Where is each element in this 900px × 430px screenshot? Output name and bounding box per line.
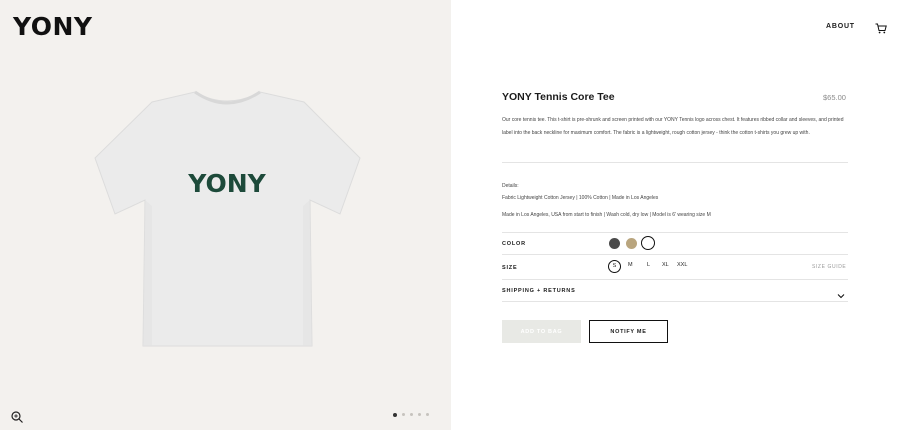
cart-icon[interactable] (875, 21, 887, 34)
product-image: YONY (90, 88, 365, 353)
size-guide-link[interactable]: SIZE GUIDE (812, 264, 846, 270)
divider (502, 232, 848, 233)
product-description: Our core tennis tee. This t-shirt is pre… (502, 117, 844, 136)
carousel-dots (393, 412, 429, 417)
color-swatch-tan[interactable] (626, 238, 637, 249)
carousel-dot[interactable] (410, 413, 413, 416)
size-label: SIZE (502, 265, 518, 271)
shipping-returns-toggle[interactable]: SHIPPING + RETURNS (502, 288, 576, 294)
chevron-down-icon[interactable] (837, 287, 845, 299)
carousel-dot[interactable] (418, 413, 421, 416)
size-option-s[interactable]: S (608, 260, 621, 273)
divider (502, 279, 848, 280)
product-title: YONY Tennis Core Tee (502, 91, 615, 103)
carousel-dot[interactable] (426, 413, 429, 416)
size-option-m[interactable]: M (628, 262, 633, 268)
size-option-xl[interactable]: XL (662, 262, 669, 268)
carousel-dot[interactable] (393, 412, 397, 417)
carousel-dot[interactable] (402, 413, 405, 416)
add-to-bag-button[interactable]: ADD TO BAG (502, 320, 581, 343)
divider (502, 162, 848, 163)
details-line: Fabric Lightweight Cotton Jersey | 100% … (502, 195, 659, 201)
notify-me-button[interactable]: NOTIFY ME (589, 320, 668, 343)
product-gallery: YONY YONY (0, 0, 451, 430)
divider (502, 254, 848, 255)
color-swatch-charcoal[interactable] (609, 238, 620, 249)
tee-print-text: YONY (187, 169, 266, 198)
details-heading: Details: (502, 183, 519, 189)
size-option-xxl[interactable]: XXL (677, 262, 687, 268)
zoom-in-icon[interactable] (9, 409, 25, 425)
nav-about-link[interactable]: ABOUT (826, 23, 855, 30)
made-in-line: Made in Los Angeles, USA from start to f… (502, 212, 711, 218)
size-option-l[interactable]: L (647, 262, 650, 268)
product-price: $65.00 (823, 93, 846, 102)
divider (502, 301, 848, 302)
color-swatch-white[interactable] (641, 236, 655, 250)
product-details: Details: Fabric Lightweight Cotton Jerse… (502, 180, 658, 204)
brand-logo[interactable]: YONY (13, 12, 93, 41)
color-label: COLOR (502, 241, 526, 247)
